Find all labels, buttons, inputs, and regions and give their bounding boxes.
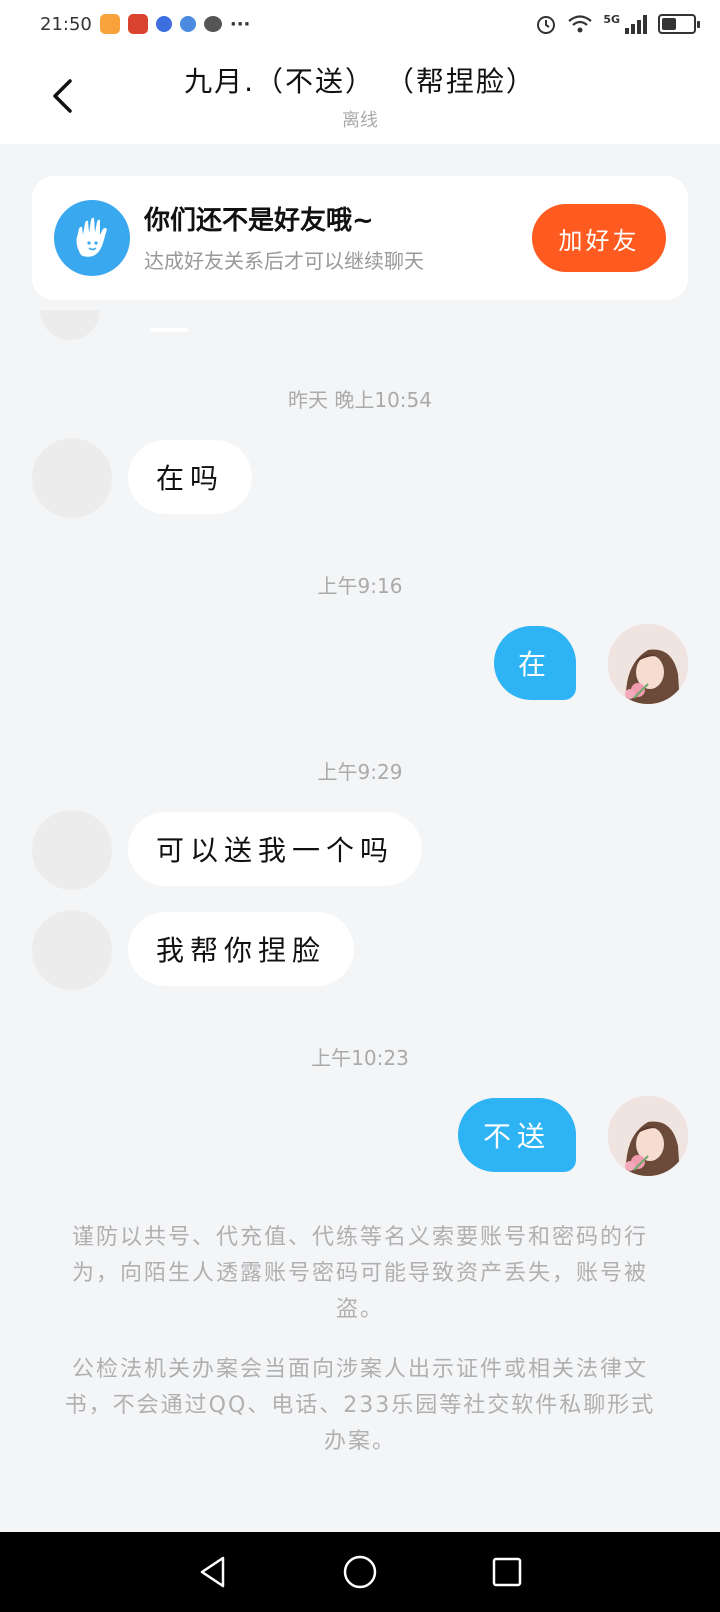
timestamp: 昨天 晚上10:54 (288, 388, 432, 412)
nav-recents-button[interactable] (482, 1547, 532, 1597)
browser-icon (179, 16, 196, 32)
status-bar: 21:50 ··· 5G (0, 0, 720, 48)
my-avatar[interactable] (608, 624, 688, 704)
incoming-message[interactable]: 可以送我一个吗 (128, 812, 423, 886)
baidu-paw-icon (155, 16, 172, 32)
friend-card-title: 你们还不是好友哦~ (144, 205, 374, 236)
chat-title: 九月.（不送） （帮捏脸） (184, 65, 536, 98)
nav-home-button[interactable] (335, 1547, 385, 1597)
outgoing-message[interactable]: 在 (494, 626, 576, 700)
add-friend-button[interactable]: 加好友 (532, 204, 666, 272)
system-nav-bar (0, 1532, 720, 1612)
security-notice: 公检法机关办案会当面向涉案人出示证件或相关法律文书，不会通过QQ、电话、233乐… (64, 1357, 656, 1454)
incoming-message[interactable]: 我帮你捏脸 (128, 912, 355, 986)
nav-recents-icon (492, 1557, 521, 1587)
chat-header: 九月.（不送） （帮捏脸） 离线 (0, 48, 720, 144)
wifi-icon (568, 15, 593, 33)
add-friend-card: 你们还不是好友哦~ 达成好友关系后才可以继续聊天 加好友 (32, 176, 688, 300)
outgoing-message[interactable]: 不送 (458, 1098, 576, 1172)
timestamp: 上午9:16 (317, 574, 403, 598)
my-avatar[interactable] (608, 1096, 688, 1176)
status-time: 21:50 (40, 13, 92, 35)
partial-avatar (40, 310, 100, 340)
friend-card-desc: 达成好友关系后才可以继续聊天 (144, 248, 424, 273)
timestamp: 上午9:29 (317, 760, 403, 784)
contact-avatar[interactable] (32, 438, 112, 518)
wechat-icon (203, 16, 222, 32)
network-type: 5G (603, 12, 620, 26)
notification-game-icon (127, 14, 148, 34)
battery-icon (658, 14, 700, 34)
hand-wave-icon (54, 200, 130, 276)
alarm-icon (537, 16, 556, 34)
signal-icon (625, 15, 647, 34)
timestamp: 上午10:23 (311, 1046, 409, 1070)
nav-home-icon (343, 1555, 377, 1589)
nav-back-icon (201, 1556, 225, 1588)
security-notice: 谨防以共号、代充值、代练等名义索要账号和密码的行为，向陌生人透露账号密码可能导致… (71, 1225, 648, 1322)
nav-back-button[interactable] (188, 1547, 238, 1597)
contact-avatar[interactable] (32, 810, 112, 890)
online-status: 离线 (342, 110, 378, 131)
notification-app-icon (99, 14, 120, 34)
partial-bubble (150, 328, 188, 332)
incoming-message[interactable]: 在吗 (128, 440, 253, 514)
contact-avatar[interactable] (32, 910, 112, 990)
more-notifications: ··· (229, 13, 251, 35)
